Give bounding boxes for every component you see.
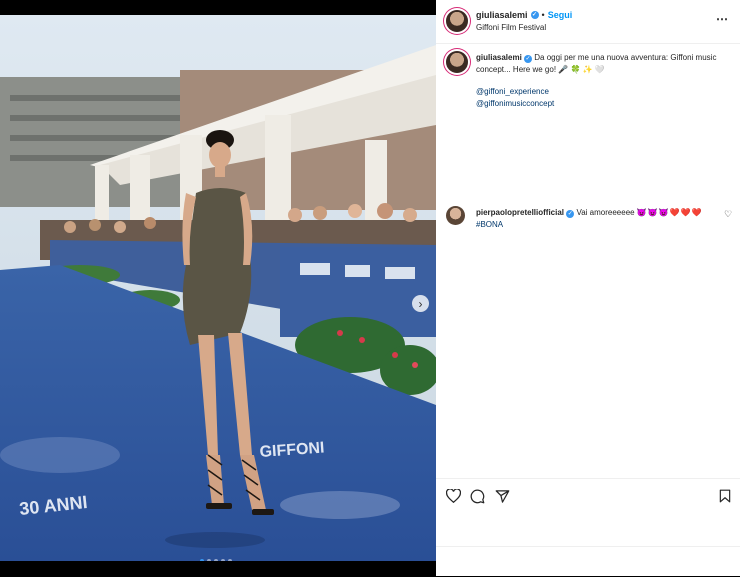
commenter-avatar[interactable] [446, 206, 465, 225]
save-bookmark-icon[interactable] [716, 487, 734, 505]
action-bar [436, 478, 740, 513]
carousel-dot [207, 559, 211, 561]
comment-text: Vai amoreeeeee [576, 208, 635, 217]
like-heart-icon[interactable] [444, 487, 462, 505]
carousel-dot [228, 559, 232, 561]
post-sidebar: giuliasalemi ✓ • Segui Giffoni Film Fest… [436, 0, 740, 576]
caption-username[interactable]: giuliasalemi [476, 53, 522, 62]
mention-link[interactable]: @giffoni_experience [476, 86, 726, 98]
comment-input-area[interactable] [436, 546, 740, 577]
mention-link[interactable]: @giffonimusicconcept [476, 98, 726, 110]
photo-illustration: 30 ANNI GIFFONI [0, 15, 436, 561]
verified-icon: ✓ [524, 55, 533, 63]
carousel-dot [214, 559, 218, 561]
follow-button[interactable]: Segui [548, 10, 573, 20]
post-header: giuliasalemi ✓ • Segui Giffoni Film Fest… [436, 0, 740, 44]
verified-icon: ✓ [566, 210, 575, 218]
carousel-dot-active [200, 559, 204, 561]
more-options-icon[interactable]: ⋯ [716, 12, 729, 26]
instagram-post-modal: 30 ANNI GIFFONI › giuliasalemi ✓ • Segui… [0, 0, 740, 576]
verified-icon: ✓ [530, 11, 539, 19]
comment-body: pierpaolopretelliofficial ✓ Vai amoreeee… [476, 207, 716, 230]
comment-bubble-icon[interactable] [468, 487, 486, 505]
comment-emojis: 😈😈😈❤️❤️❤️ [636, 208, 703, 217]
post-location[interactable]: Giffoni Film Festival [476, 23, 546, 32]
like-comment-heart-icon[interactable]: ♡ [724, 209, 732, 220]
follow-separator: • [541, 10, 545, 20]
author-line: giuliasalemi ✓ • Segui [476, 10, 572, 20]
commenter-username[interactable]: pierpaolopretelliofficial [476, 208, 564, 217]
author-username[interactable]: giuliasalemi [476, 10, 528, 20]
next-photo-button[interactable]: › [412, 295, 429, 312]
share-send-icon[interactable] [493, 487, 511, 505]
carousel-dots [200, 559, 232, 561]
author-avatar[interactable] [446, 10, 468, 32]
carousel-dot [221, 559, 225, 561]
hashtag-link[interactable]: #BONA [476, 220, 503, 229]
caption-body: giuliasalemi ✓ Da oggi per me una nuova … [476, 52, 726, 109]
caption-avatar[interactable] [446, 51, 468, 73]
post-photo[interactable]: 30 ANNI GIFFONI › [0, 15, 436, 561]
